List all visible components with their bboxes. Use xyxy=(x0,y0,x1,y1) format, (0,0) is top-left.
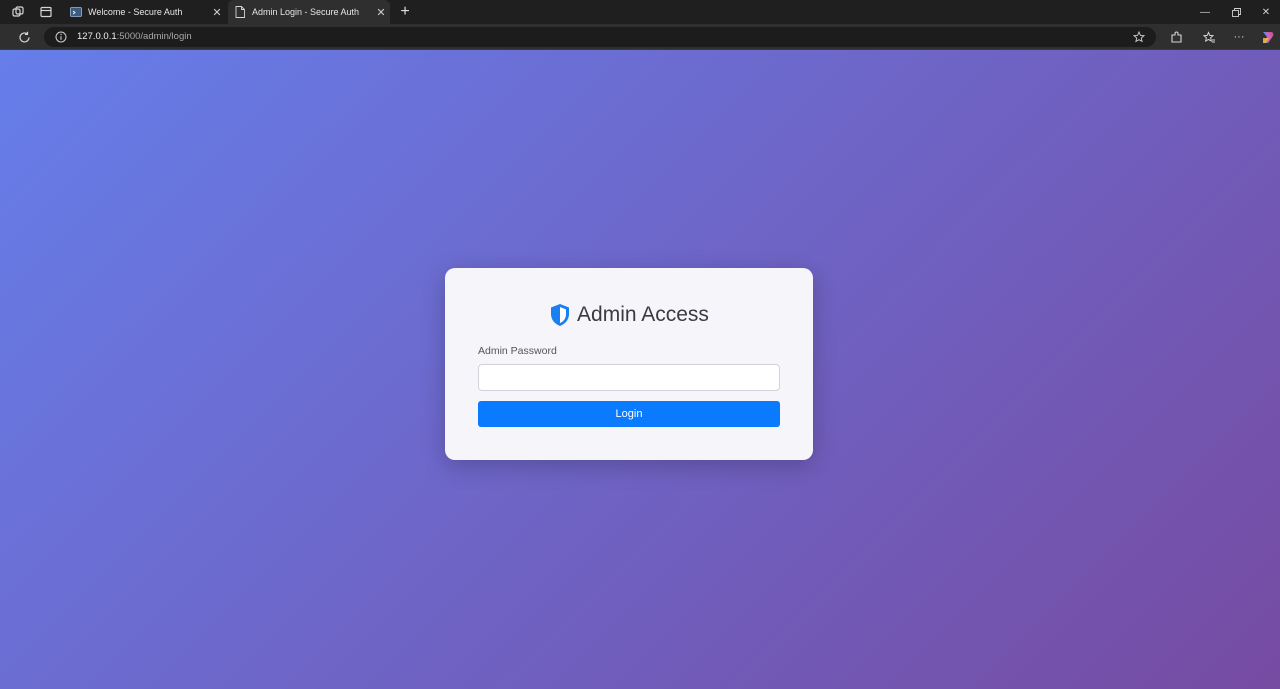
workspaces-icon[interactable] xyxy=(10,4,26,20)
tab-strip: Welcome - Secure Auth ✕ Admin Login - Se… xyxy=(0,0,1280,24)
card-header: Admin Access xyxy=(445,300,813,330)
tab-admin-login[interactable]: Admin Login - Secure Auth ✕ xyxy=(228,0,390,24)
extensions-icon[interactable] xyxy=(1168,29,1184,45)
url-text: 127.0.0.1:5000/admin/login xyxy=(77,31,192,42)
minimize-icon[interactable]: — xyxy=(1190,2,1220,22)
tab-welcome[interactable]: Welcome - Secure Auth ✕ xyxy=(64,0,226,24)
restore-icon[interactable] xyxy=(1221,2,1251,22)
close-icon[interactable]: ✕ xyxy=(374,5,388,19)
password-label: Admin Password xyxy=(478,345,557,357)
favorite-star-icon[interactable] xyxy=(1132,30,1146,44)
address-bar[interactable]: 127.0.0.1:5000/admin/login xyxy=(44,27,1156,47)
page-title: Admin Access xyxy=(577,303,709,326)
new-tab-icon[interactable]: + xyxy=(396,3,414,21)
close-window-icon[interactable]: ✕ xyxy=(1251,2,1280,22)
login-card: Admin Access Admin Password Login xyxy=(445,268,813,460)
tab-title: Welcome - Secure Auth xyxy=(88,7,183,17)
page-icon xyxy=(234,6,246,18)
reload-icon[interactable] xyxy=(16,29,32,45)
password-input[interactable] xyxy=(478,364,780,391)
terminal-icon xyxy=(70,6,82,18)
tab-actions-icon[interactable] xyxy=(38,4,54,20)
url-path: :5000/admin/login xyxy=(116,31,192,42)
login-button[interactable]: Login xyxy=(478,401,780,427)
copilot-icon[interactable] xyxy=(1259,29,1275,45)
shield-icon xyxy=(551,304,570,326)
address-bar-row: 127.0.0.1:5000/admin/login ··· xyxy=(0,24,1280,50)
site-info-icon[interactable] xyxy=(54,30,68,44)
url-host: 127.0.0.1 xyxy=(77,31,117,42)
more-options-icon[interactable]: ··· xyxy=(1231,29,1247,45)
close-icon[interactable]: ✕ xyxy=(210,5,224,19)
tab-title: Admin Login - Secure Auth xyxy=(252,7,360,17)
favorites-icon[interactable] xyxy=(1201,29,1217,45)
page-background: Admin Access Admin Password Login xyxy=(0,50,1280,689)
